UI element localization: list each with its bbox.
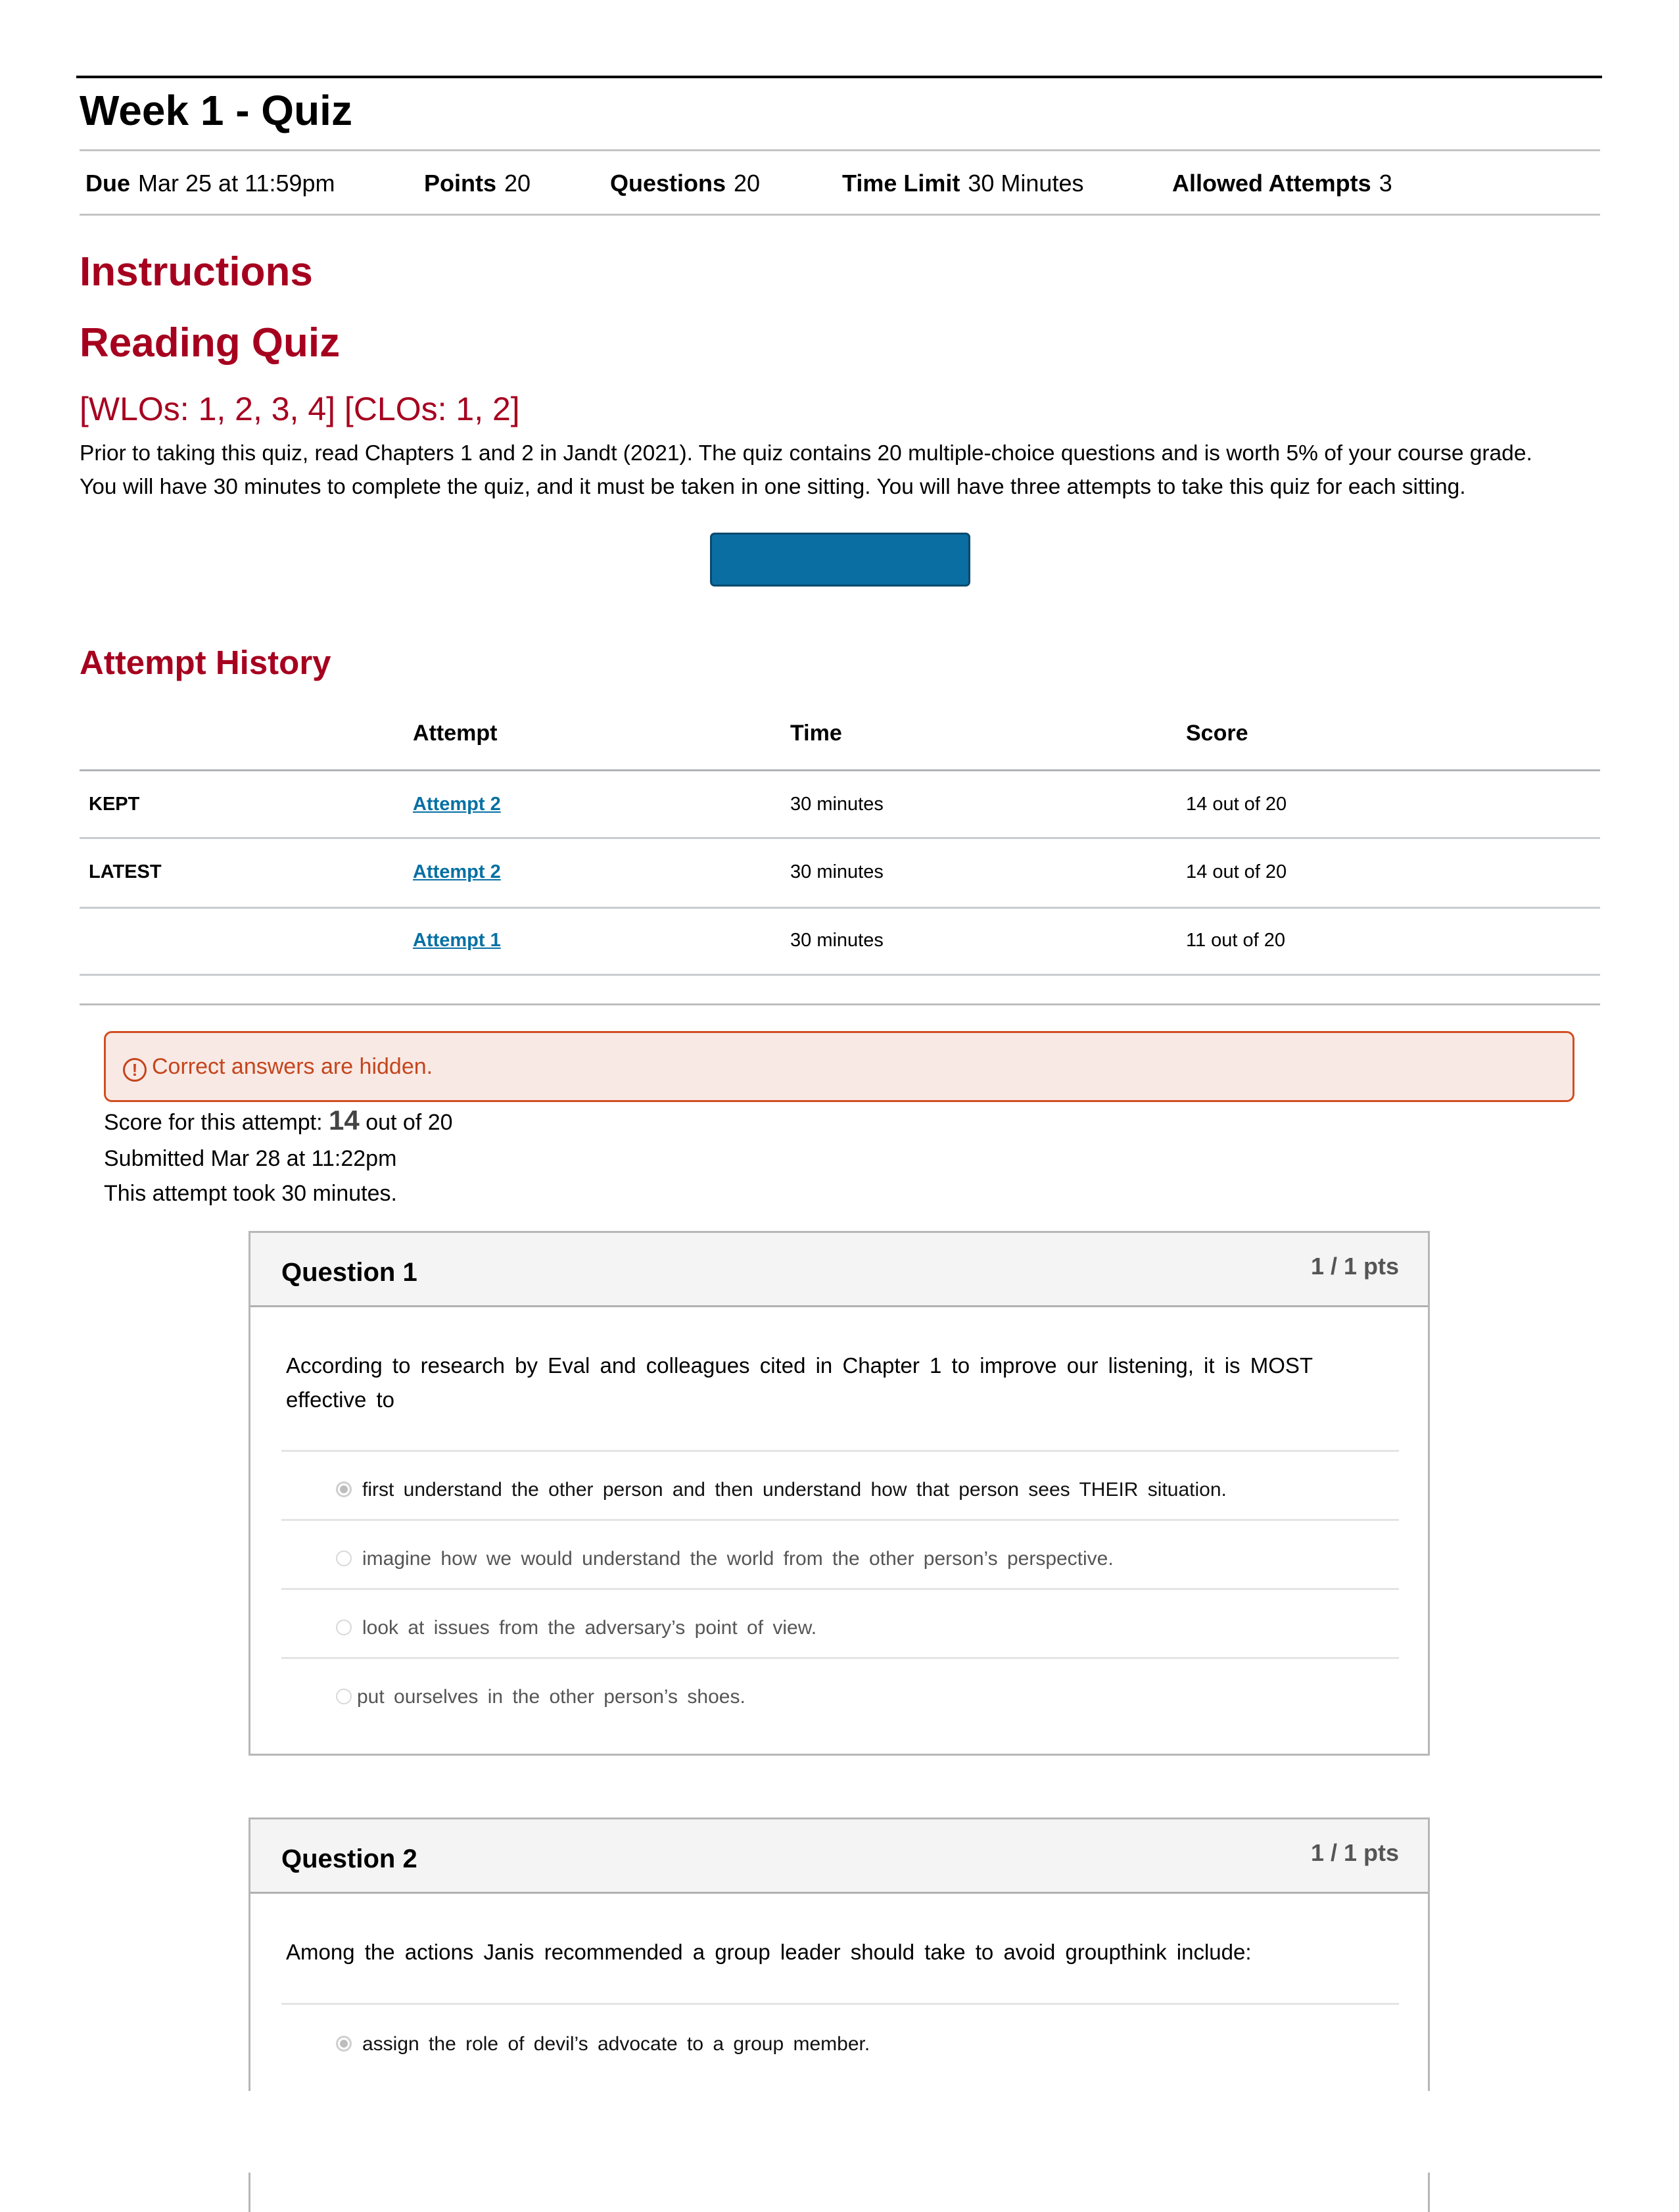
column-header-time: Time bbox=[790, 721, 842, 746]
column-header-score: Score bbox=[1186, 721, 1248, 746]
answer-text: look at issues from the adversary’s poin… bbox=[362, 1617, 817, 1639]
question-text-line: Among the actions Janis recommended a gr… bbox=[286, 1940, 1252, 1964]
alert-message: ! Correct answers are hidden. bbox=[123, 1050, 433, 1083]
row-label: LATEST bbox=[89, 861, 162, 882]
meta-time-limit: Time Limit 30 Minutes bbox=[842, 167, 1083, 200]
meta-value: 30 Minutes bbox=[968, 170, 1084, 197]
answer-divider bbox=[281, 1519, 1399, 1521]
answer-text: imagine how we would understand the worl… bbox=[362, 1548, 1114, 1570]
attempt-score: 14 out of 20 bbox=[1186, 861, 1287, 882]
answer-text: first understand the other person and th… bbox=[362, 1479, 1227, 1501]
question-points: 1 / 1 pts bbox=[1310, 1253, 1399, 1280]
radio-unselected-icon[interactable] bbox=[336, 1620, 352, 1635]
correct-answers-hidden-alert: ! Correct answers are hidden. bbox=[104, 1031, 1574, 1102]
instructions-paragraph: Prior to taking this quiz, read Chapters… bbox=[80, 437, 1611, 504]
meta-value: 3 bbox=[1379, 170, 1392, 197]
meta-label: Questions bbox=[610, 170, 726, 197]
page-title: Week 1 - Quiz bbox=[80, 87, 352, 134]
submitted-time: Submitted Mar 28 at 11:22pm bbox=[104, 1146, 397, 1171]
attempt-history-heading: Attempt History bbox=[80, 644, 331, 681]
meta-label: Points bbox=[424, 170, 497, 197]
radio-unselected-icon[interactable] bbox=[336, 1689, 352, 1704]
top-rule bbox=[76, 76, 1602, 78]
attempt-time: 30 minutes bbox=[790, 930, 884, 951]
meta-label: Allowed Attempts bbox=[1172, 170, 1371, 197]
paragraph-line: You will have 30 minutes to complete the… bbox=[80, 475, 1466, 499]
question-points: 1 / 1 pts bbox=[1310, 1839, 1399, 1866]
row-label: KEPT bbox=[89, 794, 140, 815]
table-header-rule bbox=[80, 769, 1600, 771]
attempt-time: 30 minutes bbox=[790, 794, 884, 815]
table-rule bbox=[80, 837, 1600, 839]
score-prefix: Score for this attempt: bbox=[104, 1110, 323, 1135]
attempt-link[interactable]: Attempt 2 bbox=[413, 859, 501, 885]
radio-selected-icon[interactable] bbox=[336, 1481, 352, 1497]
warning-circle-icon: ! bbox=[123, 1058, 147, 1082]
section-divider bbox=[80, 1003, 1600, 1005]
attempt-score: 11 out of 20 bbox=[1186, 930, 1286, 951]
instructions-heading: Instructions bbox=[80, 249, 313, 295]
meta-value: 20 bbox=[504, 170, 531, 197]
meta-value: Mar 25 at 11:59pm bbox=[138, 170, 335, 197]
table-rule bbox=[80, 974, 1600, 976]
answer-option[interactable]: put ourselves in the other person’s shoe… bbox=[336, 1683, 745, 1712]
answer-text: put ourselves in the other person’s shoe… bbox=[357, 1686, 745, 1708]
answer-divider bbox=[281, 1657, 1399, 1659]
attempt-score: 14 out of 20 bbox=[1186, 794, 1287, 815]
learning-outcomes: [WLOs: 1, 2, 3, 4] [CLOs: 1, 2] bbox=[80, 391, 520, 427]
answer-text: assign the role of devil’s advocate to a… bbox=[362, 2033, 870, 2055]
question-header: Question 1 1 / 1 pts bbox=[250, 1233, 1428, 1307]
take-quiz-button[interactable] bbox=[710, 533, 970, 587]
paragraph-line: Prior to taking this quiz, read Chapters… bbox=[80, 441, 1532, 466]
meta-label: Time Limit bbox=[842, 170, 960, 197]
column-header-attempt: Attempt bbox=[413, 721, 498, 746]
answer-divider bbox=[281, 1588, 1399, 1590]
question-title: Question 1 bbox=[281, 1258, 417, 1287]
divider bbox=[80, 149, 1600, 151]
question-card: Question 1 1 / 1 pts According to resear… bbox=[248, 1231, 1430, 1756]
question-text: According to research by Eval and collea… bbox=[286, 1349, 1397, 1417]
question-title: Question 2 bbox=[281, 1844, 417, 1873]
meta-due: Due Mar 25 at 11:59pm bbox=[85, 167, 335, 200]
question-text: Among the actions Janis recommended a gr… bbox=[286, 1935, 1397, 1969]
question-text-line: effective to bbox=[286, 1387, 394, 1412]
answer-option[interactable]: imagine how we would understand the worl… bbox=[336, 1545, 1114, 1574]
score-suffix: out of 20 bbox=[366, 1110, 453, 1135]
reading-quiz-heading: Reading Quiz bbox=[80, 320, 341, 366]
attempt-time: 30 minutes bbox=[790, 861, 884, 882]
answer-divider bbox=[281, 2003, 1399, 2005]
answer-option[interactable]: first understand the other person and th… bbox=[336, 1476, 1227, 1504]
radio-selected-icon[interactable] bbox=[336, 2036, 352, 2052]
attempt-link[interactable]: Attempt 1 bbox=[413, 927, 501, 953]
meta-questions: Questions 20 bbox=[610, 167, 760, 200]
answer-option[interactable]: assign the role of devil’s advocate to a… bbox=[336, 2030, 870, 2059]
meta-allowed-attempts: Allowed Attempts 3 bbox=[1172, 167, 1392, 200]
divider bbox=[80, 214, 1600, 216]
table-rule bbox=[80, 907, 1600, 909]
answer-divider bbox=[281, 1450, 1399, 1452]
page-bottom-margin bbox=[0, 2091, 1679, 2173]
answer-option[interactable]: look at issues from the adversary’s poin… bbox=[336, 1614, 817, 1643]
attempt-link[interactable]: Attempt 2 bbox=[413, 791, 501, 817]
attempt-duration: This attempt took 30 minutes. bbox=[104, 1181, 397, 1206]
meta-value: 20 bbox=[734, 170, 761, 197]
meta-points: Points 20 bbox=[424, 167, 531, 200]
score-value: 14 bbox=[329, 1105, 360, 1136]
alert-text: Correct answers are hidden. bbox=[152, 1054, 433, 1079]
question-header: Question 2 1 / 1 pts bbox=[250, 1819, 1428, 1894]
meta-label: Due bbox=[85, 170, 131, 197]
attempt-score-line: Score for this attempt: 14 out of 20 bbox=[104, 1105, 453, 1138]
question-text-line: According to research by Eval and collea… bbox=[286, 1353, 1313, 1378]
radio-unselected-icon[interactable] bbox=[336, 1551, 352, 1566]
